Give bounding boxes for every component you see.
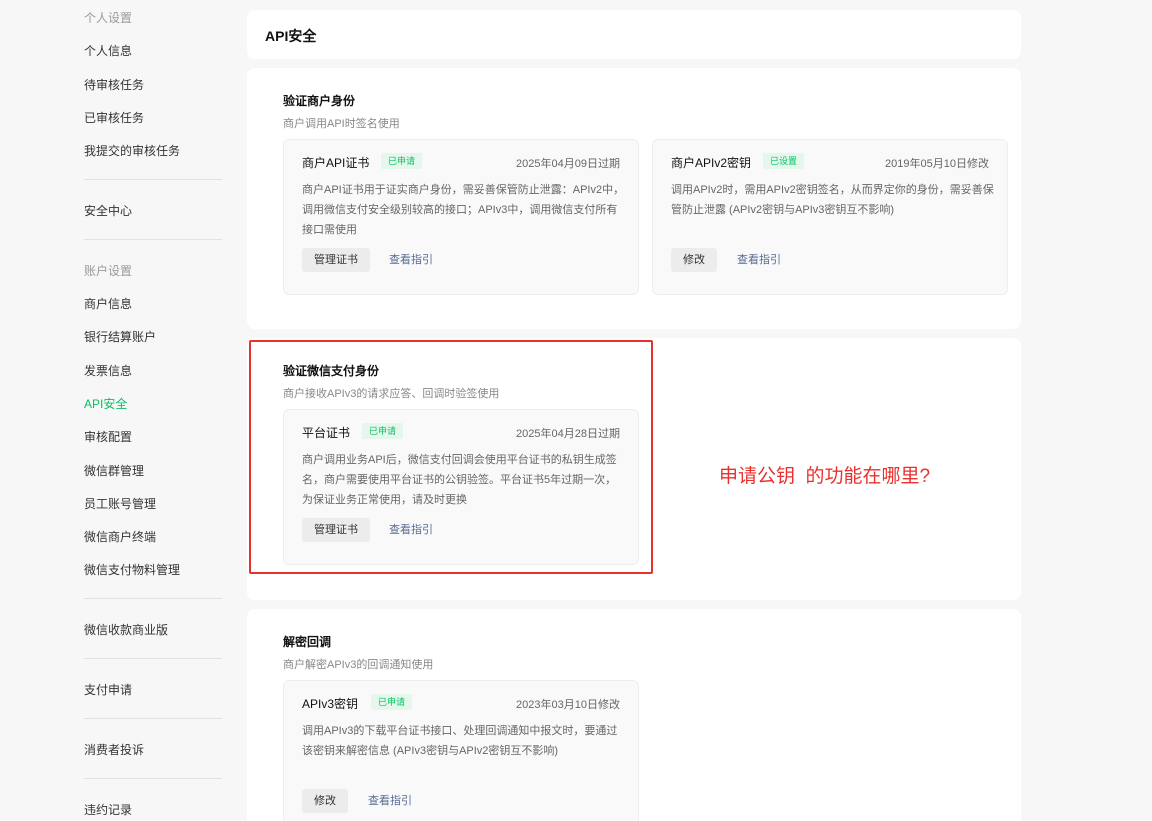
sidebar-item-security-center[interactable]: 安全中心 [84, 202, 132, 219]
sidebar-item-consumer-complaint[interactable]: 消费者投诉 [84, 741, 144, 758]
section-title: 验证微信支付身份 [283, 364, 380, 378]
card-date: 2019年05月10日修改 [885, 158, 989, 170]
apiv3-key-card: APIv3密钥 已申请 2023年03月10日修改 调用APIv3的下载平台证书… [283, 680, 639, 821]
status-badge: 已申请 [371, 694, 413, 710]
sidebar-group-account: 账户设置 [84, 264, 133, 278]
card-description: 商户调用业务API后，微信支付回调会使用平台证书的私钥生成签名，商户需要使用平台… [302, 454, 617, 506]
status-badge: 已申请 [362, 423, 404, 439]
sidebar-divider [84, 718, 222, 719]
manage-cert-button[interactable]: 管理证书 [302, 248, 370, 272]
section-subtitle: 商户调用API时签名使用 [283, 118, 400, 130]
sidebar-item-business-edition[interactable]: 微信收款商业版 [84, 621, 168, 638]
sidebar-item-invoice-info[interactable]: 发票信息 [84, 362, 132, 379]
sidebar-item-wechat-group[interactable]: 微信群管理 [84, 462, 144, 479]
sidebar-group-personal: 个人设置 [84, 11, 133, 25]
manage-cert-button[interactable]: 管理证书 [302, 518, 370, 542]
sidebar-item-review-config[interactable]: 审核配置 [84, 428, 132, 445]
page-title: API安全 [265, 28, 317, 44]
annotation-text: 申请公钥 的功能在哪里? [719, 466, 931, 487]
card-date: 2025年04月28日过期 [516, 428, 620, 440]
card-title: 平台证书 [302, 426, 351, 440]
sidebar-divider [84, 778, 222, 779]
status-badge: 已申请 [381, 153, 423, 169]
sidebar-item-api-security[interactable]: API安全 [84, 395, 127, 412]
modify-button[interactable]: 修改 [671, 248, 717, 272]
section-subtitle: 商户接收APIv3的请求应答、回调时验签使用 [283, 388, 500, 400]
view-guide-link[interactable]: 查看指引 [389, 248, 433, 272]
card-date: 2025年04月09日过期 [516, 158, 620, 170]
sidebar-item-bank-account[interactable]: 银行结算账户 [84, 328, 156, 345]
modify-button[interactable]: 修改 [302, 789, 348, 813]
page-header: API安全 [247, 10, 1021, 59]
card-description: 调用APIv3的下载平台证书接口、处理回调通知中报文时，要通过该密钥来解密信息 … [302, 725, 618, 757]
view-guide-link[interactable]: 查看指引 [389, 518, 433, 542]
merchant-apiv2-key-card: 商户APIv2密钥 已设置 2019年05月10日修改 调用APIv2时，需用A… [652, 139, 1008, 295]
view-guide-link[interactable]: 查看指引 [368, 789, 412, 813]
sidebar: 个人设置 个人信息 待审核任务 已审核任务 我提交的审核任务 安全中心 账户设置… [0, 0, 234, 821]
card-title: 商户APIv2密钥 [671, 156, 752, 170]
sidebar-item-merchant-terminal[interactable]: 微信商户终端 [84, 528, 156, 545]
card-date: 2023年03月10日修改 [516, 699, 620, 711]
section-title: 解密回调 [283, 635, 332, 649]
section-title: 验证商户身份 [283, 94, 356, 108]
merchant-api-cert-card: 商户API证书 已申请 2025年04月09日过期 商户API证书用于证实商户身… [283, 139, 639, 295]
sidebar-divider [84, 658, 222, 659]
sidebar-item-pending-tasks[interactable]: 待审核任务 [84, 76, 144, 93]
sidebar-divider [84, 179, 222, 180]
sidebar-item-personal-info[interactable]: 个人信息 [84, 42, 132, 59]
sidebar-item-violation-record[interactable]: 违约记录 [84, 801, 132, 818]
platform-cert-card: 平台证书 已申请 2025年04月28日过期 商户调用业务API后，微信支付回调… [283, 409, 639, 565]
view-guide-link[interactable]: 查看指引 [737, 248, 781, 272]
card-description: 调用APIv2时，需用APIv2密钥签名，从而界定你的身份，需妥善保管防止泄露 … [671, 184, 994, 216]
section-subtitle: 商户解密APIv3的回调通知使用 [283, 659, 434, 671]
sidebar-item-payment-application[interactable]: 支付申请 [84, 681, 132, 698]
section-decrypt-callback: 解密回调 商户解密APIv3的回调通知使用 APIv3密钥 已申请 2023年0… [247, 609, 1021, 821]
sidebar-item-my-submitted-tasks[interactable]: 我提交的审核任务 [84, 142, 180, 159]
sidebar-item-staff-accounts[interactable]: 员工账号管理 [84, 495, 156, 512]
card-title: APIv3密钥 [302, 697, 359, 711]
sidebar-item-reviewed-tasks[interactable]: 已审核任务 [84, 109, 144, 126]
sidebar-divider [84, 239, 222, 240]
sidebar-item-merchant-info[interactable]: 商户信息 [84, 295, 132, 312]
card-description: 商户API证书用于证实商户身份，需妥善保管防止泄露：APIv2中，调用微信支付安… [302, 184, 625, 236]
card-title: 商户API证书 [302, 156, 370, 170]
sidebar-divider [84, 598, 222, 599]
sidebar-item-materials[interactable]: 微信支付物料管理 [84, 561, 180, 578]
status-badge: 已设置 [763, 153, 805, 169]
section-verify-merchant: 验证商户身份 商户调用API时签名使用 商户API证书 已申请 2025年04月… [247, 68, 1021, 329]
